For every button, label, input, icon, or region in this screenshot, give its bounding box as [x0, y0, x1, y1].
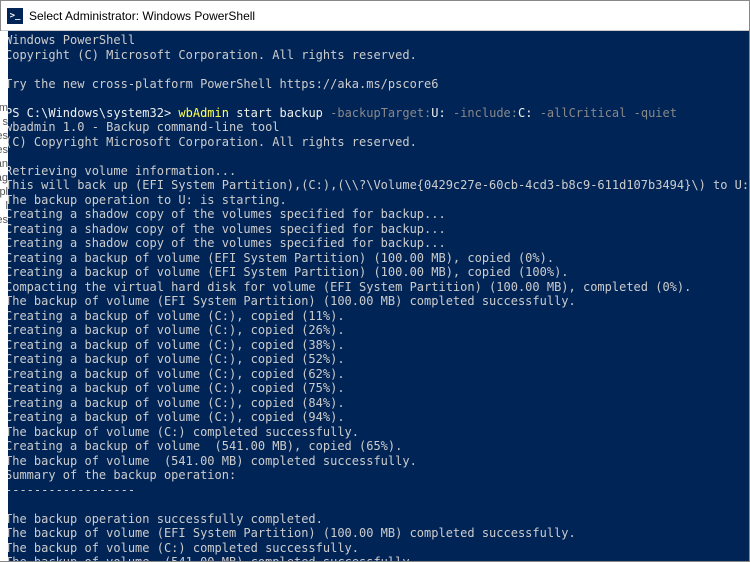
- terminal-line: Try the new cross-platform PowerShell ht…: [5, 77, 749, 92]
- titlebar[interactable]: >_ Select Administrator: Windows PowerSh…: [1, 1, 749, 31]
- terminal-line: The backup of volume (C:) completed succ…: [5, 425, 749, 440]
- terminal-line: [5, 497, 749, 512]
- terminal-line: [5, 149, 749, 164]
- terminal-line: wbadmin 1.0 - Backup command-line tool: [5, 120, 749, 135]
- terminal-line: [5, 91, 749, 106]
- terminal-line: Creating a shadow copy of the volumes sp…: [5, 222, 749, 237]
- terminal-line: The backup of volume (541.00 MB) complet…: [5, 555, 749, 561]
- terminal-line: The backup operation to U: is starting.: [5, 193, 749, 208]
- background-text-fragments: msesesanagplles: [0, 31, 8, 561]
- terminal-line: Creating a backup of volume (EFI System …: [5, 251, 749, 266]
- terminal-line: Creating a backup of volume (C:), copied…: [5, 396, 749, 411]
- terminal-line: Copyright (C) Microsoft Corporation. All…: [5, 48, 749, 63]
- terminal-line: Creating a backup of volume (C:), copied…: [5, 410, 749, 425]
- terminal-line: Creating a backup of volume (541.00 MB),…: [5, 439, 749, 454]
- terminal-line: Creating a backup of volume (C:), copied…: [5, 352, 749, 367]
- terminal-line: Compacting the virtual hard disk for vol…: [5, 280, 749, 295]
- terminal-line: The backup of volume (EFI System Partiti…: [5, 294, 749, 309]
- terminal-line: This will back up (EFI System Partition)…: [5, 178, 749, 193]
- terminal-line: Creating a backup of volume (C:), copied…: [5, 323, 749, 338]
- terminal-line: Creating a shadow copy of the volumes sp…: [5, 236, 749, 251]
- terminal-output[interactable]: Windows PowerShellCopyright (C) Microsof…: [1, 31, 749, 561]
- powershell-icon: >_: [7, 8, 23, 24]
- terminal-line: ------------------: [5, 483, 749, 498]
- terminal-line: The backup operation successfully comple…: [5, 512, 749, 527]
- terminal-line: Windows PowerShell: [5, 33, 749, 48]
- terminal-line: (C) Copyright Microsoft Corporation. All…: [5, 135, 749, 150]
- prompt-line: PS C:\Windows\system32> wbAdmin start ba…: [5, 106, 749, 121]
- terminal-line: Creating a backup of volume (C:), copied…: [5, 309, 749, 324]
- terminal-line: Summary of the backup operation:: [5, 468, 749, 483]
- terminal-line: Creating a backup of volume (C:), copied…: [5, 367, 749, 382]
- terminal-line: Retrieving volume information...: [5, 164, 749, 179]
- terminal-line: The backup of volume (541.00 MB) complet…: [5, 454, 749, 469]
- window-title: Select Administrator: Windows PowerShell: [29, 9, 255, 23]
- terminal-line: The backup of volume (C:) completed succ…: [5, 541, 749, 556]
- terminal-line: Creating a backup of volume (C:), copied…: [5, 381, 749, 396]
- terminal-line: Creating a backup of volume (C:), copied…: [5, 338, 749, 353]
- terminal-line: [5, 62, 749, 77]
- terminal-line: Creating a shadow copy of the volumes sp…: [5, 207, 749, 222]
- terminal-line: The backup of volume (EFI System Partiti…: [5, 526, 749, 541]
- terminal-line: Creating a backup of volume (EFI System …: [5, 265, 749, 280]
- powershell-window: >_ Select Administrator: Windows PowerSh…: [0, 0, 750, 562]
